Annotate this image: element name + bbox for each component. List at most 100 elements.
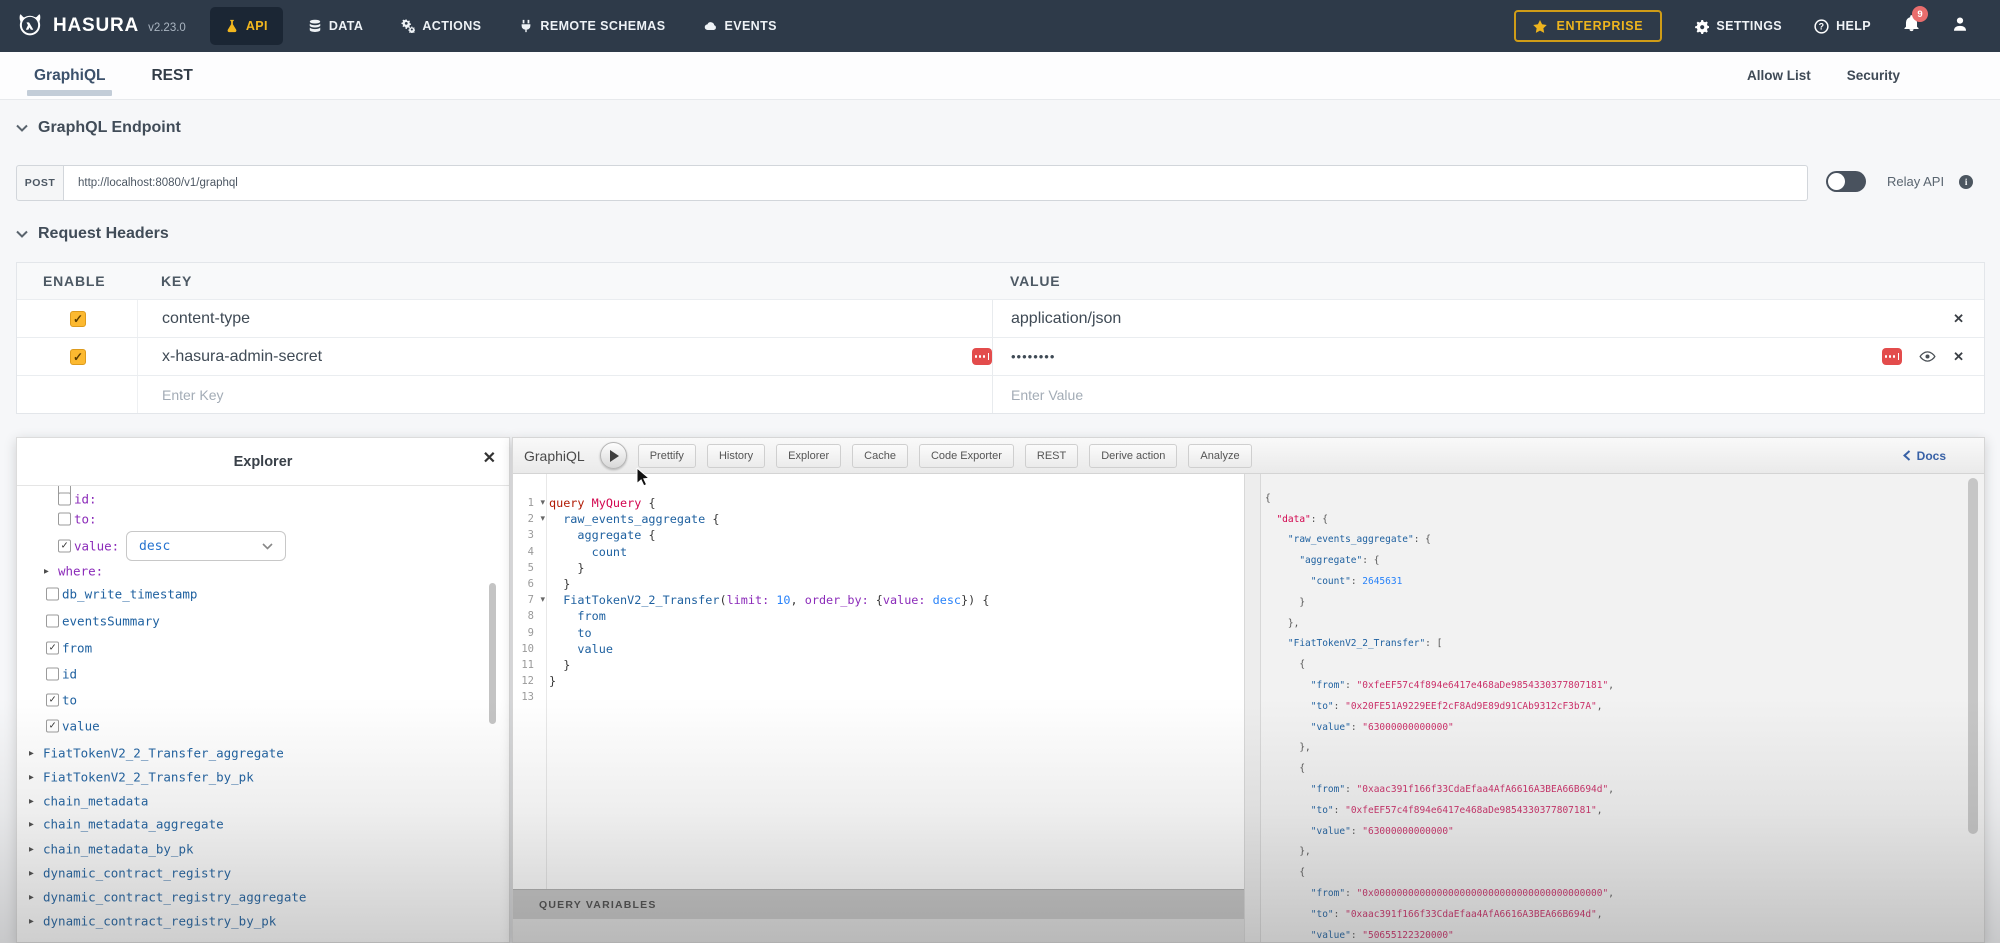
execute-query-button[interactable] (600, 442, 627, 469)
tab-allow-list[interactable]: Allow List (1747, 68, 1811, 83)
notifications-button[interactable]: 9 (1903, 15, 1920, 37)
tree-checkbox[interactable]: ✓ (58, 540, 71, 553)
docs-button[interactable]: Docs (1903, 449, 1946, 463)
remove-header-icon[interactable]: ✕ (1953, 312, 1964, 325)
secret-badge-icon[interactable] (1882, 348, 1902, 365)
header-value[interactable]: •••••••• (1011, 349, 1055, 364)
tree-item-label[interactable]: value (62, 719, 100, 734)
remove-header-icon[interactable]: ✕ (1953, 350, 1964, 363)
fold-arrow-icon[interactable]: ▾ (540, 513, 545, 524)
tree-item-label[interactable]: FiatTokenV2_2_Transfer_aggregate (43, 746, 284, 761)
nav-item-actions[interactable]: ACTIONS (382, 0, 500, 52)
expand-arrow-icon[interactable]: ▶ (29, 893, 34, 902)
header-key[interactable]: x-hasura-admin-secret (162, 348, 322, 366)
sort-direction-select[interactable]: desc (126, 531, 286, 561)
enable-checkbox[interactable]: ✓ (70, 311, 86, 327)
toolbar-button-derive-action[interactable]: Derive action (1089, 444, 1177, 468)
tree-item-label[interactable]: eventsSummary (62, 614, 160, 629)
tree-checkbox[interactable] (58, 493, 71, 506)
toolbar-button-cache[interactable]: Cache (852, 444, 908, 468)
explorer-item-chain_metadata[interactable]: ▶chain_metadata (17, 791, 509, 811)
explorer-scrollbar[interactable] (489, 583, 496, 724)
graphql-endpoint-heading[interactable]: GraphQL Endpoint (16, 119, 181, 137)
hasura-brand[interactable]: HASURA v2.23.0 (0, 12, 186, 40)
tree-item-label[interactable]: chain_metadata_aggregate (43, 817, 224, 832)
tree-item-label[interactable]: FiatTokenV2_2_Transfer_by_pk (43, 770, 254, 785)
toolbar-button-rest[interactable]: REST (1025, 444, 1078, 468)
tree-item-label[interactable]: chain_metadata (43, 794, 148, 809)
header-value[interactable]: application/json (1011, 310, 1121, 328)
explorer-item-chain_metadata_by_pk[interactable]: ▶chain_metadata_by_pk (17, 839, 509, 859)
query-variables-bar[interactable]: QUERY VARIABLES (513, 889, 1244, 919)
eye-icon[interactable] (1919, 351, 1936, 362)
explorer-item-value[interactable]: ✓value (17, 716, 509, 736)
pane-resize-handle[interactable] (1244, 474, 1261, 942)
query-variables-editor[interactable] (513, 919, 1244, 942)
tree-checkbox[interactable] (58, 513, 71, 526)
enable-checkbox[interactable]: ✓ (70, 349, 86, 365)
expand-arrow-icon[interactable]: ▶ (29, 820, 34, 829)
tree-checkbox[interactable]: ✓ (46, 642, 59, 655)
tree-item-label[interactable]: id (62, 667, 77, 682)
tree-checkbox[interactable]: ✓ (46, 694, 59, 707)
expand-arrow-icon[interactable]: ▶ (29, 749, 34, 758)
explorer-item-value[interactable]: ✓value: desc (17, 531, 509, 561)
explorer-item-to[interactable]: ✓to (17, 690, 509, 710)
nav-item-data[interactable]: DATA (289, 0, 382, 52)
tree-item-label[interactable]: db_write_timestamp (62, 587, 197, 602)
tab-graphiql[interactable]: GraphiQL (27, 52, 112, 99)
endpoint-url-input[interactable] (64, 165, 1808, 201)
explorer-item-dynamic_contract_registry[interactable]: ▶ dynamic_contract_registry (17, 863, 509, 883)
tree-checkbox[interactable] (46, 588, 59, 601)
tab-security[interactable]: Security (1847, 68, 1900, 83)
toolbar-button-code-exporter[interactable]: Code Exporter (919, 444, 1014, 468)
tree-item-label[interactable]: where: (58, 564, 103, 579)
toolbar-button-prettify[interactable]: Prettify (638, 444, 696, 468)
tree-checkbox[interactable] (46, 668, 59, 681)
request-headers-heading[interactable]: Request Headers (16, 225, 169, 243)
toolbar-button-analyze[interactable]: Analyze (1188, 444, 1251, 468)
explorer-item-where[interactable]: ▶ where: (17, 561, 509, 581)
nav-item-api[interactable]: API (210, 7, 283, 45)
explorer-item-FiatTokenV2_2_Transfer_by_pk[interactable]: ▶ FiatTokenV2_2_Transfer_by_pk (17, 767, 509, 787)
tree-item-label[interactable]: dynamic_contract_registry_aggregate (43, 890, 306, 905)
expand-arrow-icon[interactable]: ▶ (29, 869, 34, 878)
editor-code[interactable]: query MyQuery { raw_events_aggregate { a… (549, 474, 1244, 889)
enterprise-button[interactable]: ENTERPRISE (1514, 10, 1662, 42)
query-editor[interactable]: 1▾2▾34567▾8910111213 query MyQuery { raw… (513, 474, 1244, 942)
tree-checkbox[interactable]: ✓ (46, 720, 59, 733)
tree-checkbox[interactable] (46, 615, 59, 628)
tree-item-label[interactable]: to: (74, 512, 97, 527)
relay-api-toggle[interactable] (1826, 171, 1866, 192)
explorer-item-chain_metadata_aggregate[interactable]: ▶ chain_metadata_aggregate (17, 814, 509, 834)
fold-arrow-icon[interactable]: ▾ (540, 594, 545, 605)
tab-rest[interactable]: REST (144, 52, 199, 99)
toolbar-button-explorer[interactable]: Explorer (776, 444, 841, 468)
fold-arrow-icon[interactable]: ▾ (540, 497, 545, 508)
explorer-item-db_write_timestamp[interactable]: db_write_timestamp (17, 584, 509, 604)
brand-version[interactable]: v2.23.0 (148, 22, 186, 34)
settings-button[interactable]: SETTINGS (1694, 19, 1782, 34)
nav-item-events[interactable]: EVENTS (684, 0, 795, 52)
explorer-item-from[interactable]: ✓from (17, 638, 509, 658)
expand-arrow-icon[interactable]: ▶ (29, 917, 34, 926)
help-button[interactable]: ? HELP (1814, 19, 1871, 34)
toolbar-button-history[interactable]: History (707, 444, 765, 468)
nav-item-remote-schemas[interactable]: REMOTE SCHEMAS (500, 0, 684, 52)
explorer-item-dynamic_contract_registry_by_pk[interactable]: ▶dynamic_contract_registry_by_pk (17, 911, 509, 931)
tree-item-label[interactable]: to (62, 693, 77, 708)
expand-arrow-icon[interactable]: ▶ (29, 845, 34, 854)
explorer-item-id[interactable]: id (17, 664, 509, 684)
explorer-item-eventsSummary[interactable]: eventsSummary (17, 611, 509, 631)
explorer-item-FiatTokenV2_2_Transfer_aggregate[interactable]: ▶ FiatTokenV2_2_Transfer_aggregate (17, 743, 509, 763)
secret-badge-icon[interactable] (972, 348, 992, 365)
expand-arrow-icon[interactable]: ▶ (44, 567, 49, 576)
user-menu-button[interactable] (1952, 16, 1968, 37)
explorer-item-to[interactable]: to: (17, 509, 509, 529)
new-key-input[interactable]: Enter Key (162, 387, 223, 403)
tree-item-label[interactable]: value: (74, 539, 119, 554)
tree-item-label[interactable]: dynamic_contract_registry (43, 866, 231, 881)
expand-arrow-icon[interactable]: ▶ (29, 773, 34, 782)
new-value-input[interactable]: Enter Value (1011, 387, 1083, 403)
explorer-item-id[interactable]: id: (17, 489, 509, 509)
